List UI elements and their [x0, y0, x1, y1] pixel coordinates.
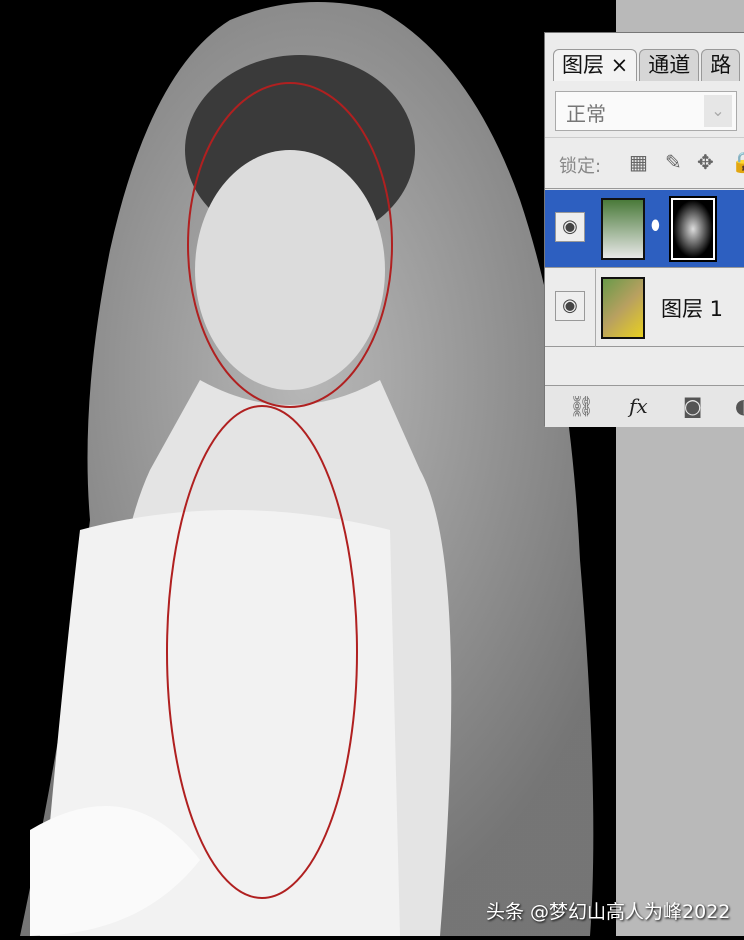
add-mask-icon[interactable]: ◙	[683, 394, 702, 418]
layer-thumbnail	[601, 198, 645, 260]
lock-transparent-icon[interactable]: ▦	[629, 150, 648, 174]
lock-label: 锁定:	[559, 156, 602, 177]
blend-mode-select[interactable]: 正常 ⌄	[555, 91, 737, 131]
adjustment-icon[interactable]: ◐	[735, 394, 744, 418]
eye-icon[interactable]: ◉	[555, 212, 585, 242]
brush-icon[interactable]: ✎	[665, 150, 682, 174]
bride-photo	[20, 2, 594, 936]
link-icon[interactable]: ⬮	[651, 218, 660, 234]
layer-name: 图层 1	[661, 297, 724, 321]
lock-icon[interactable]: 🔒	[731, 150, 744, 174]
link-layers-icon[interactable]: ⛓	[569, 394, 594, 418]
fx-icon[interactable]: fx	[629, 394, 648, 418]
image-canvas[interactable]	[0, 0, 616, 936]
blend-mode-value: 正常	[566, 102, 606, 126]
layer-row-layer1[interactable]: ◉ 图层 1	[545, 269, 744, 347]
tab-paths[interactable]: 路	[701, 49, 741, 81]
move-icon[interactable]: ✥	[697, 150, 714, 174]
mask-thumbnail[interactable]	[669, 196, 717, 262]
layer-row-masked[interactable]: ◉ ⬮	[545, 190, 744, 268]
tab-layers[interactable]: 图层 ×	[553, 49, 638, 81]
tab-channels[interactable]: 通道	[639, 49, 700, 81]
eye-icon[interactable]: ◉	[555, 291, 585, 321]
watermark: 头条 @梦幻山高人为峰2022	[486, 901, 731, 923]
chevron-down-icon[interactable]: ⌄	[704, 95, 732, 127]
layers-panel: 图层 × 通道 路 正常 ⌄ 锁定: ▦ ✎ ✥ 🔒 ◉ ⬮ ◉ 图层 1 ⛓ …	[544, 32, 744, 427]
layer-thumbnail	[601, 277, 645, 339]
